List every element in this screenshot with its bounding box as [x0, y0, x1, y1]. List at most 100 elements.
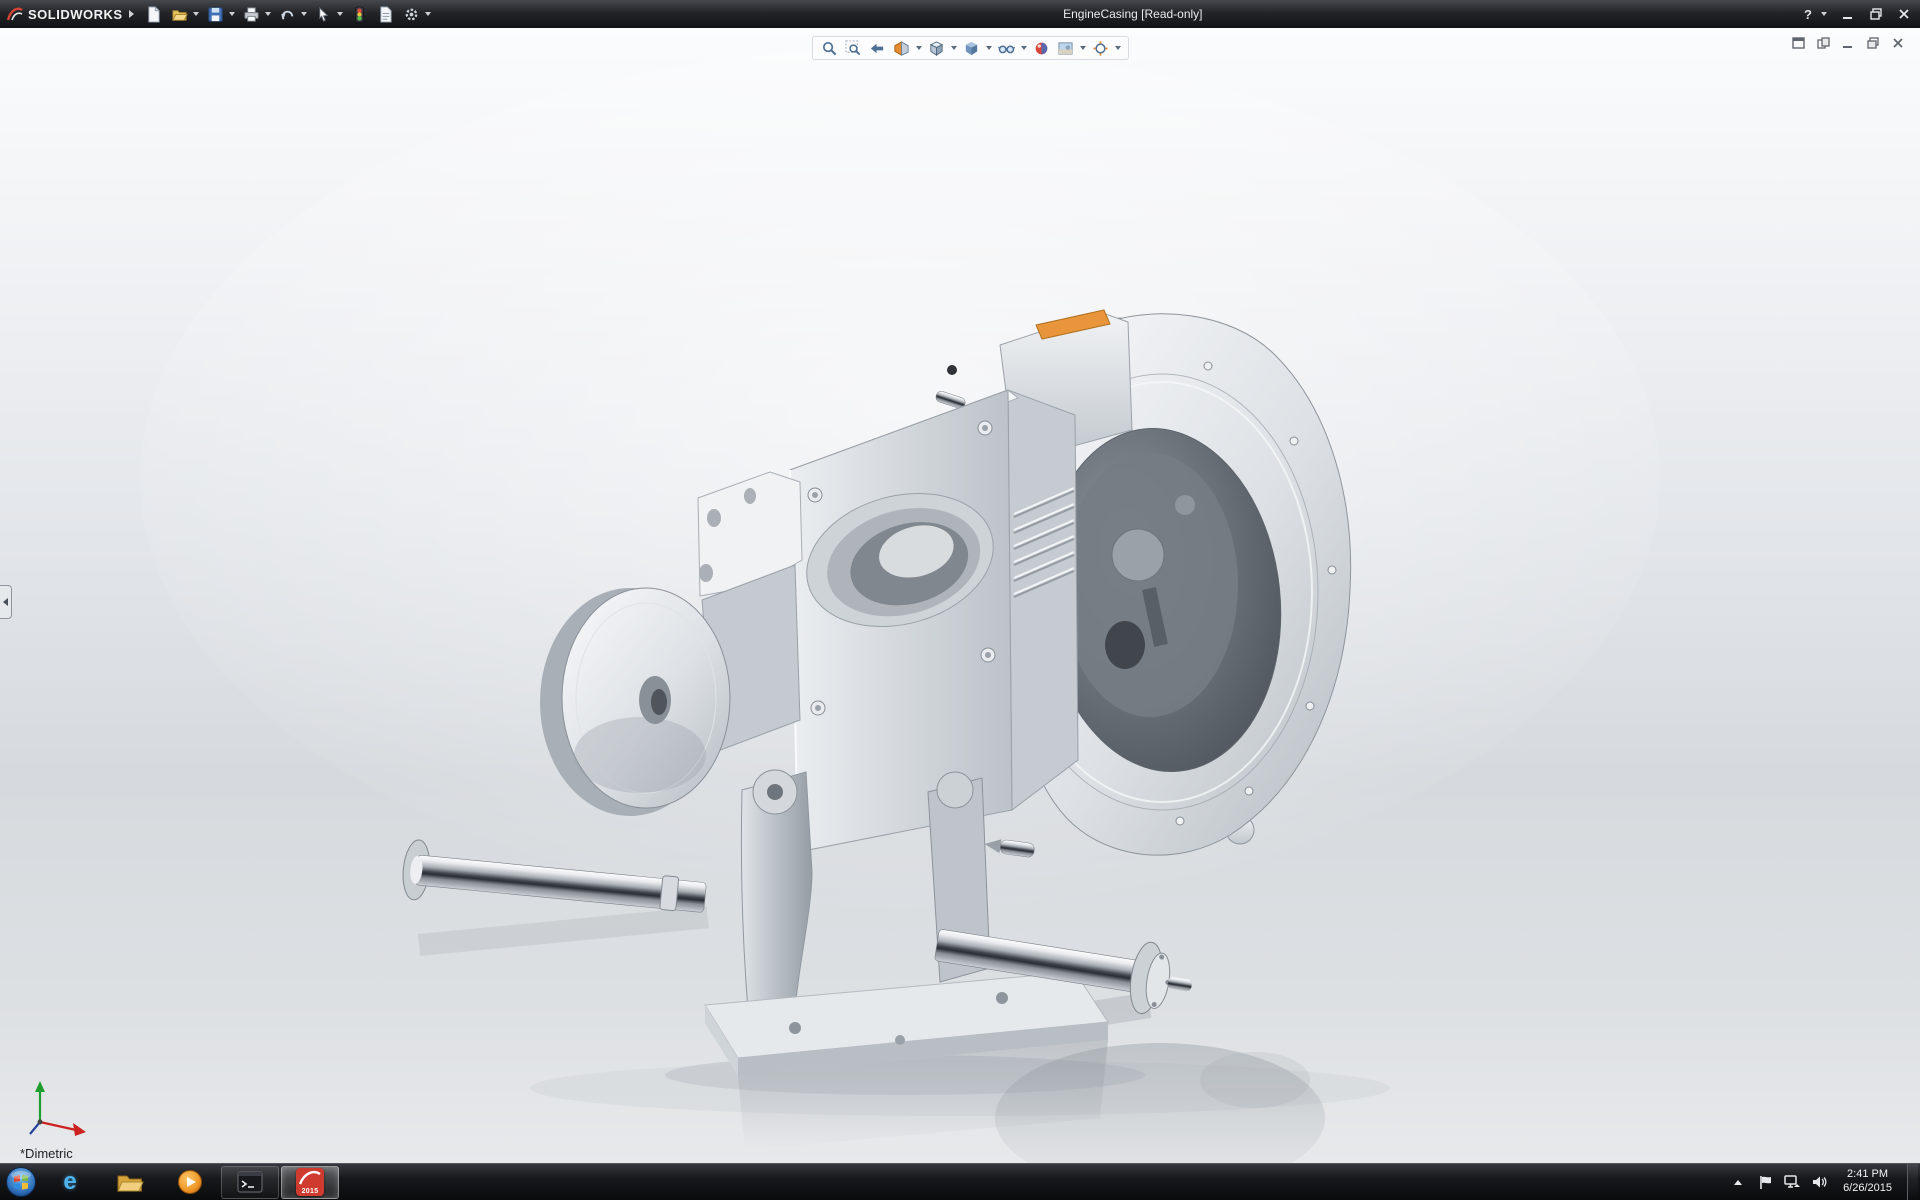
action-center-button[interactable] [1756, 1173, 1774, 1191]
solidworks-swirl-icon [298, 1169, 322, 1187]
show-hidden-icons-button[interactable] [1729, 1173, 1747, 1191]
close-document-icon [1892, 37, 1904, 49]
engine-casing-model[interactable] [0, 28, 1920, 1163]
triad-y-axis [35, 1081, 45, 1092]
minimize-document-button[interactable] [1840, 36, 1856, 50]
save-dropdown-caret[interactable] [229, 12, 235, 16]
solidworks-logo[interactable]: SOLIDWORKS [0, 0, 142, 28]
close-icon [1898, 8, 1910, 20]
new-document-icon [145, 6, 162, 23]
clock-time: 2:41 PM [1843, 1168, 1892, 1182]
open-icon [171, 6, 188, 23]
view-orientation-dropdown-caret[interactable] [951, 46, 957, 50]
restore-window-button[interactable] [1866, 5, 1886, 23]
heads-up-view-toolbar [812, 36, 1129, 60]
reference-triad[interactable] [26, 1078, 96, 1142]
apply-scene-dropdown-caret[interactable] [1080, 46, 1086, 50]
internet-explorer-icon: e [63, 1170, 76, 1194]
zoom-to-fit-button[interactable] [818, 38, 841, 58]
display-style-icon [963, 40, 980, 57]
rebuild-icon [351, 6, 368, 23]
solidworks-icon-label: 2015 [302, 1188, 319, 1196]
taskbar-internet-explorer[interactable]: e [41, 1166, 99, 1199]
taskbar: e [0, 1163, 1920, 1200]
previous-view-button[interactable] [866, 38, 889, 58]
hide-show-items-dropdown-caret[interactable] [1021, 46, 1027, 50]
section-view-dropdown-caret[interactable] [916, 46, 922, 50]
file-properties-button[interactable] [374, 2, 398, 26]
display-style-dropdown-caret[interactable] [986, 46, 992, 50]
tile-window-icon [1817, 37, 1830, 49]
hide-show-items-icon [998, 40, 1015, 57]
select-icon [315, 6, 332, 23]
zoom-to-area-icon [845, 40, 862, 57]
restore-document-icon [1867, 37, 1879, 49]
new-window-button[interactable] [1790, 36, 1806, 50]
taskbar-clock[interactable]: 2:41 PM 6/26/2015 [1837, 1168, 1898, 1196]
menu-expand-arrow[interactable] [129, 10, 134, 18]
select-button[interactable] [312, 2, 346, 26]
view-settings-button[interactable] [1089, 38, 1112, 58]
start-button[interactable] [2, 1164, 40, 1200]
app-name: SOLIDWORKS [28, 7, 123, 22]
show-desktop-button[interactable] [1907, 1164, 1918, 1200]
network-status-button[interactable] [1783, 1173, 1801, 1191]
print-icon [243, 6, 260, 23]
ds-logo-icon [6, 5, 24, 23]
command-prompt-icon [237, 1170, 263, 1194]
open-button[interactable] [168, 2, 202, 26]
hide-show-items-button[interactable] [995, 38, 1018, 58]
apply-scene-button[interactable] [1054, 38, 1077, 58]
view-orientation-icon [928, 40, 945, 57]
tile-window-button[interactable] [1815, 36, 1831, 50]
zoom-to-fit-icon [821, 40, 838, 57]
options-dropdown-caret[interactable] [425, 12, 431, 16]
undo-dropdown-caret[interactable] [301, 12, 307, 16]
taskbar-solidworks-2015[interactable]: 2015 [281, 1166, 339, 1199]
view-settings-dropdown-caret[interactable] [1115, 46, 1121, 50]
view-orientation-label: *Dimetric [20, 1146, 73, 1161]
apply-scene-icon [1057, 40, 1074, 57]
view-settings-icon [1092, 40, 1109, 57]
minimize-icon [1842, 8, 1854, 20]
volume-button[interactable] [1810, 1173, 1828, 1191]
system-tray: 2:41 PM 6/26/2015 [1729, 1164, 1920, 1200]
help-button[interactable]: ? [1804, 7, 1812, 22]
graphics-area[interactable]: *Dimetric [0, 28, 1920, 1163]
section-view-button[interactable] [890, 38, 913, 58]
taskbar-media-player[interactable] [161, 1166, 219, 1199]
select-dropdown-caret[interactable] [337, 12, 343, 16]
file-properties-icon [377, 6, 394, 23]
edit-appearance-button[interactable] [1030, 38, 1053, 58]
featuremanager-collapse-tab[interactable] [0, 585, 12, 619]
restore-document-button[interactable] [1865, 36, 1881, 50]
rebuild-button[interactable] [348, 2, 372, 26]
help-dropdown-caret[interactable] [1821, 12, 1827, 16]
taskbar-command-prompt[interactable] [221, 1166, 279, 1199]
minimize-window-button[interactable] [1838, 5, 1858, 23]
volume-icon [1812, 1175, 1827, 1189]
edit-appearance-icon [1033, 40, 1050, 57]
undo-icon [279, 6, 296, 23]
zoom-to-area-button[interactable] [842, 38, 865, 58]
save-button[interactable] [204, 2, 238, 26]
view-orientation-button[interactable] [925, 38, 948, 58]
section-view-icon [893, 40, 910, 57]
restore-icon [1870, 8, 1882, 20]
solidworks-app-icon: 2015 [296, 1168, 324, 1196]
display-style-button[interactable] [960, 38, 983, 58]
open-dropdown-caret[interactable] [193, 12, 199, 16]
minimize-document-icon [1842, 37, 1854, 49]
options-button[interactable] [400, 2, 434, 26]
undo-button[interactable] [276, 2, 310, 26]
close-document-button[interactable] [1890, 36, 1906, 50]
windows-explorer-icon [116, 1170, 144, 1194]
document-window-controls [1790, 36, 1906, 50]
save-icon [207, 6, 224, 23]
print-button[interactable] [240, 2, 274, 26]
close-window-button[interactable] [1894, 5, 1914, 23]
print-dropdown-caret[interactable] [265, 12, 271, 16]
new-button[interactable] [142, 2, 166, 26]
taskbar-windows-explorer[interactable] [101, 1166, 159, 1199]
solidworks-window: SOLIDWORKS [0, 0, 1920, 1200]
